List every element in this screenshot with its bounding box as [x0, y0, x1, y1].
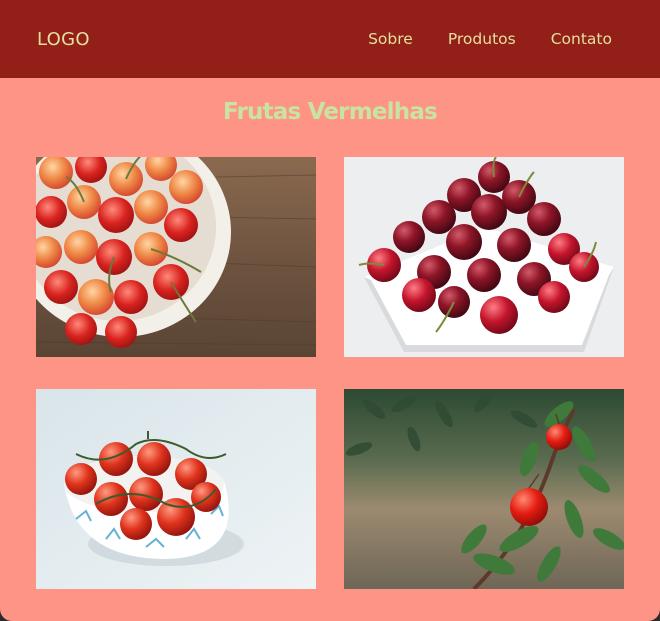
- photo-cherries-plate: [344, 157, 624, 357]
- nav-link-sobre[interactable]: Sobre: [368, 30, 413, 48]
- page-title: Frutas Vermelhas: [223, 99, 438, 125]
- photo-gallery: [36, 157, 624, 589]
- photo-tomatoes-bowl: [36, 389, 316, 589]
- logo[interactable]: LOGO: [37, 29, 90, 50]
- top-navbar: LOGO Sobre Produtos Contato: [0, 0, 660, 78]
- photo-cherries-bowl: [36, 157, 316, 357]
- photo-cherries-tree: [344, 389, 624, 589]
- main-nav: Sobre Produtos Contato: [368, 30, 612, 48]
- nav-link-contato[interactable]: Contato: [551, 30, 612, 48]
- page: LOGO Sobre Produtos Contato Frutas Verme…: [0, 0, 660, 621]
- nav-link-produtos[interactable]: Produtos: [448, 30, 516, 48]
